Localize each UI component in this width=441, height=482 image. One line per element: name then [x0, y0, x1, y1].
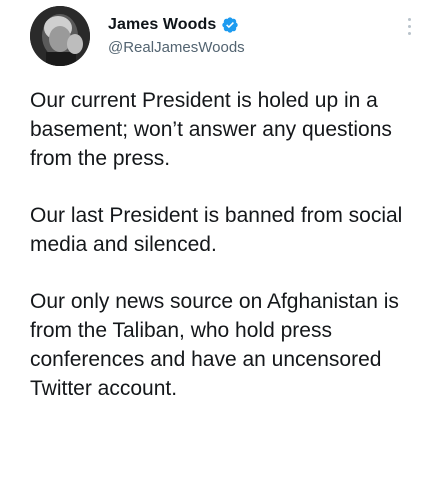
verified-badge-icon [221, 16, 239, 34]
user-handle[interactable]: @RealJamesWoods [108, 39, 245, 56]
display-name[interactable]: James Woods [108, 16, 216, 34]
avatar-image [30, 6, 90, 66]
tweet-paragraph: Our only news source on Afghanistan is f… [30, 290, 399, 400]
avatar[interactable] [30, 6, 90, 66]
tweet-text: Our current President is holed up in a b… [30, 86, 435, 403]
tweet-card: James Woods @RealJamesWoods Our current … [0, 0, 441, 482]
tweet-header: James Woods @RealJamesWoods [30, 6, 430, 70]
more-vertical-icon[interactable] [408, 18, 412, 36]
tweet-paragraph: Our current President is holed up in a b… [30, 89, 392, 170]
tweet-paragraph: Our last President is banned from social… [30, 204, 403, 256]
cropped-footer-text [30, 475, 290, 482]
user-names: James Woods @RealJamesWoods [108, 14, 245, 56]
display-name-row: James Woods [108, 14, 245, 36]
